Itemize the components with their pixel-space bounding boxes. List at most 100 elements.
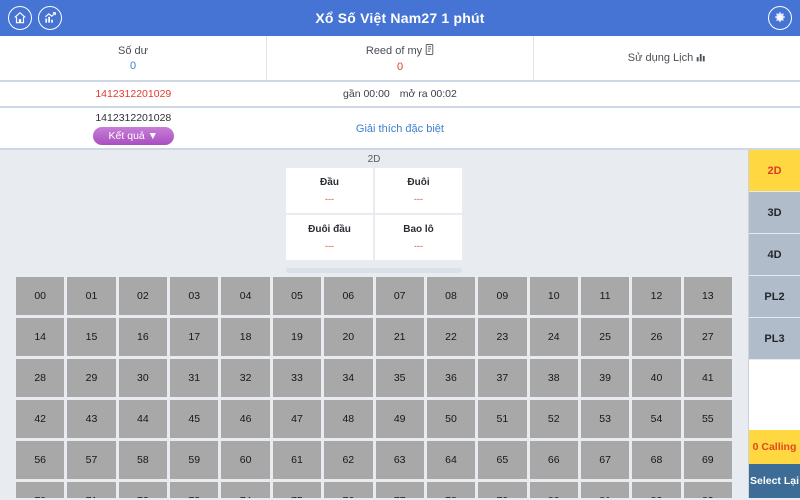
number-cell[interactable]: 53 xyxy=(580,400,630,438)
number-cell[interactable]: 76 xyxy=(324,482,373,498)
number-cell[interactable]: 62 xyxy=(324,441,373,479)
number-cell[interactable]: 13 xyxy=(683,277,732,315)
number-cell[interactable]: 06 xyxy=(324,277,373,315)
number-cell[interactable]: 38 xyxy=(529,359,578,397)
bet-card-bao-lo[interactable]: Bao lô --- xyxy=(375,215,462,260)
number-cell[interactable]: 11 xyxy=(580,277,630,315)
explain-special-link[interactable]: Giải thích đặc biệt xyxy=(356,123,444,135)
number-cell[interactable]: 39 xyxy=(580,359,630,397)
number-cell[interactable]: 65 xyxy=(478,441,527,479)
number-cell[interactable]: 78 xyxy=(426,482,476,498)
number-cell[interactable]: 72 xyxy=(118,482,168,498)
number-cell[interactable]: 23 xyxy=(478,318,527,356)
number-cell[interactable]: 56 xyxy=(16,441,65,479)
sidebar-tab-pl3[interactable]: PL3 xyxy=(749,318,800,360)
number-cell[interactable]: 25 xyxy=(580,318,630,356)
gear-icon[interactable] xyxy=(768,6,792,30)
number-cell[interactable]: 77 xyxy=(375,482,424,498)
number-cell[interactable]: 82 xyxy=(632,482,681,498)
number-cell[interactable]: 59 xyxy=(170,441,219,479)
number-cell[interactable]: 00 xyxy=(16,277,65,315)
number-cell[interactable]: 70 xyxy=(16,482,65,498)
number-cell[interactable]: 44 xyxy=(118,400,168,438)
number-cell[interactable]: 66 xyxy=(529,441,578,479)
number-cell[interactable]: 61 xyxy=(272,441,322,479)
number-cell[interactable]: 46 xyxy=(221,400,270,438)
number-cell[interactable]: 52 xyxy=(529,400,578,438)
number-cell[interactable]: 49 xyxy=(375,400,424,438)
number-cell[interactable]: 60 xyxy=(221,441,270,479)
sidebar-tab-2d[interactable]: 2D xyxy=(749,150,800,192)
number-cell[interactable]: 34 xyxy=(324,359,373,397)
number-cell[interactable]: 33 xyxy=(272,359,322,397)
number-cell[interactable]: 12 xyxy=(632,277,681,315)
bet-card-duoi[interactable]: Đuôi --- xyxy=(375,168,462,213)
number-cell[interactable]: 47 xyxy=(272,400,322,438)
number-cell[interactable]: 08 xyxy=(426,277,476,315)
number-cell[interactable]: 27 xyxy=(683,318,732,356)
number-cell[interactable]: 22 xyxy=(426,318,476,356)
number-cell[interactable]: 01 xyxy=(67,277,116,315)
number-cell[interactable]: 45 xyxy=(170,400,219,438)
number-cell[interactable]: 80 xyxy=(529,482,578,498)
bet-card-duoi-dau[interactable]: Đuôi đầu --- xyxy=(286,215,373,260)
number-cell[interactable]: 74 xyxy=(221,482,270,498)
horizontal-scrollbar[interactable] xyxy=(286,268,462,273)
info-cell-balance[interactable]: Số dư 0 xyxy=(0,36,267,80)
number-cell[interactable]: 83 xyxy=(683,482,732,498)
number-cell[interactable]: 04 xyxy=(221,277,270,315)
number-cell[interactable]: 54 xyxy=(632,400,681,438)
sidebar-tab-4d[interactable]: 4D xyxy=(749,234,800,276)
number-cell[interactable]: 63 xyxy=(375,441,424,479)
number-cell[interactable]: 29 xyxy=(67,359,116,397)
number-cell[interactable]: 07 xyxy=(375,277,424,315)
info-cell-history[interactable]: Sử dụng Lịch xyxy=(534,36,800,80)
number-cell[interactable]: 73 xyxy=(170,482,219,498)
number-cell[interactable]: 14 xyxy=(16,318,65,356)
number-cell[interactable]: 26 xyxy=(632,318,681,356)
number-cell[interactable]: 05 xyxy=(272,277,322,315)
number-cell[interactable]: 37 xyxy=(478,359,527,397)
number-cell[interactable]: 20 xyxy=(324,318,373,356)
number-cell[interactable]: 10 xyxy=(529,277,578,315)
number-cell[interactable]: 02 xyxy=(118,277,168,315)
number-cell[interactable]: 43 xyxy=(67,400,116,438)
number-cell[interactable]: 17 xyxy=(170,318,219,356)
number-cell[interactable]: 15 xyxy=(67,318,116,356)
number-cell[interactable]: 18 xyxy=(221,318,270,356)
number-cell[interactable]: 42 xyxy=(16,400,65,438)
number-cell[interactable]: 19 xyxy=(272,318,322,356)
number-cell[interactable]: 75 xyxy=(272,482,322,498)
number-cell[interactable]: 57 xyxy=(67,441,116,479)
number-cell[interactable]: 31 xyxy=(170,359,219,397)
number-cell[interactable]: 51 xyxy=(478,400,527,438)
number-cell[interactable]: 09 xyxy=(478,277,527,315)
number-cell[interactable]: 67 xyxy=(580,441,630,479)
number-cell[interactable]: 32 xyxy=(221,359,270,397)
number-cell[interactable]: 21 xyxy=(375,318,424,356)
number-cell[interactable]: 35 xyxy=(375,359,424,397)
number-cell[interactable]: 41 xyxy=(683,359,732,397)
number-cell[interactable]: 28 xyxy=(16,359,65,397)
number-cell[interactable]: 71 xyxy=(67,482,116,498)
number-cell[interactable]: 40 xyxy=(632,359,681,397)
number-cell[interactable]: 50 xyxy=(426,400,476,438)
info-cell-reed[interactable]: Reed of my 0 xyxy=(267,36,534,80)
number-cell[interactable]: 48 xyxy=(324,400,373,438)
number-cell[interactable]: 58 xyxy=(118,441,168,479)
number-cell[interactable]: 64 xyxy=(426,441,476,479)
chart-trend-icon[interactable] xyxy=(38,6,62,30)
number-cell[interactable]: 24 xyxy=(529,318,578,356)
home-icon[interactable] xyxy=(8,6,32,30)
result-button[interactable]: Kết quả ▼ xyxy=(92,126,175,145)
number-cell[interactable]: 16 xyxy=(118,318,168,356)
bet-card-dau[interactable]: Đầu --- xyxy=(286,168,373,213)
number-cell[interactable]: 36 xyxy=(426,359,476,397)
number-cell[interactable]: 68 xyxy=(632,441,681,479)
number-cell[interactable]: 79 xyxy=(478,482,527,498)
number-cell[interactable]: 69 xyxy=(683,441,732,479)
sidebar-tab-pl2[interactable]: PL2 xyxy=(749,276,800,318)
sidebar-tab-3d[interactable]: 3D xyxy=(749,192,800,234)
number-cell[interactable]: 81 xyxy=(580,482,630,498)
calling-button[interactable]: 0 Calling xyxy=(749,430,800,464)
